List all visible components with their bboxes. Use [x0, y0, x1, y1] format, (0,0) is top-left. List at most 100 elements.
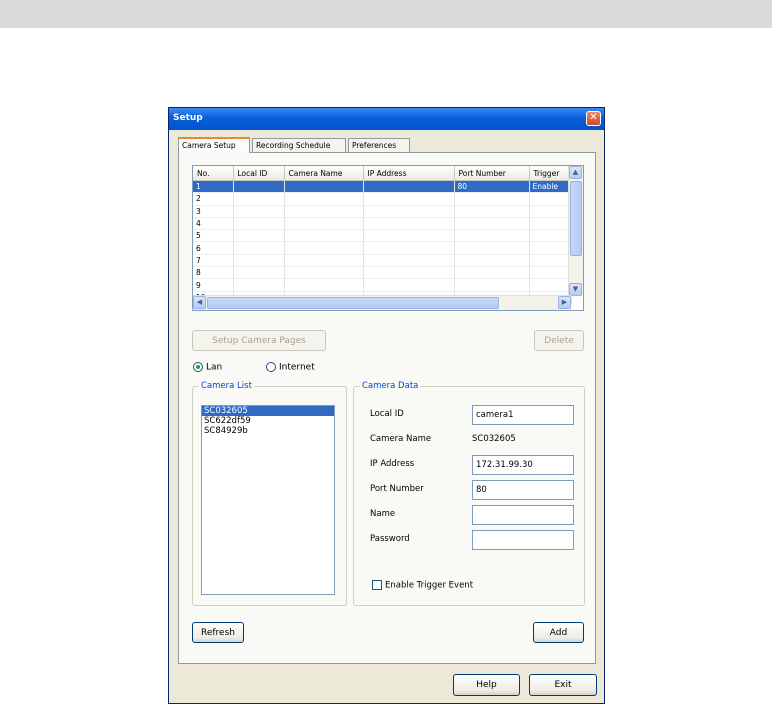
list-item[interactable]: SC622df59 — [202, 416, 334, 426]
camera-table: No. Local ID Camera Name IP Address Port… — [193, 166, 572, 304]
exit-button[interactable]: Exit — [529, 674, 597, 696]
lan-radio[interactable]: Lan — [193, 362, 222, 373]
table-cell-trigger — [529, 217, 572, 231]
table-cell-trigger — [529, 241, 572, 255]
table-cell-camera-name — [284, 229, 364, 243]
table-cell-trigger — [529, 229, 572, 243]
table-row[interactable]: 3 — [193, 205, 572, 218]
list-item[interactable]: SC032605 — [202, 406, 334, 416]
table-cell-ip — [363, 266, 455, 280]
table-row[interactable]: 7 — [193, 254, 572, 268]
port-number-label: Port Number — [370, 484, 424, 494]
help-button[interactable]: Help — [453, 674, 520, 696]
table-cell-no: 4 — [193, 217, 234, 231]
refresh-button[interactable]: Refresh — [192, 622, 244, 643]
table-cell-no: 1 — [193, 180, 234, 194]
table-row[interactable]: 6 — [193, 241, 572, 255]
table-cell-port: 80 — [454, 180, 530, 194]
table-cell-ip — [363, 192, 455, 206]
setup-camera-pages-button[interactable]: Setup Camera Pages — [192, 330, 326, 351]
table-cell-ip — [363, 278, 455, 292]
add-button[interactable]: Add — [533, 622, 584, 643]
scroll-right-icon[interactable]: ▶ — [558, 296, 571, 309]
table-cell-camera-name — [284, 241, 364, 255]
window-title: Setup — [173, 113, 203, 123]
camera-data-group: Camera Data Local ID camera1 Camera Name… — [353, 381, 585, 606]
horizontal-scroll-thumb[interactable] — [207, 297, 499, 309]
table-cell-port — [454, 254, 530, 268]
camera-grid[interactable]: No. Local ID Camera Name IP Address Port… — [192, 165, 584, 311]
internet-radio[interactable]: Internet — [266, 362, 315, 373]
password-input[interactable] — [472, 530, 574, 550]
port-number-input[interactable]: 80 — [472, 480, 574, 500]
local-id-input[interactable]: camera1 — [472, 405, 574, 425]
table-cell-local-id — [233, 254, 285, 268]
enable-trigger-label: Enable Trigger Event — [385, 580, 474, 591]
table-cell-no: 5 — [193, 229, 234, 243]
grid-horizontal-scrollbar[interactable]: ◀ ▶ — [193, 295, 571, 310]
table-cell-no: 7 — [193, 254, 234, 268]
camera-name-label: Camera Name — [370, 434, 432, 444]
name-input[interactable] — [472, 505, 574, 525]
table-cell-port — [454, 205, 530, 218]
document-header-bar — [0, 0, 772, 28]
column-header-port-number[interactable]: Port Number — [454, 166, 530, 181]
enable-trigger-checkbox[interactable]: Enable Trigger Event — [372, 580, 473, 591]
table-row[interactable]: 9 — [193, 278, 572, 292]
table-cell-port — [454, 192, 530, 206]
tab-recording-schedule[interactable]: Recording Schedule — [252, 138, 346, 152]
column-header-no[interactable]: No. — [193, 166, 234, 181]
table-cell-ip — [363, 180, 455, 194]
title-bar: Setup ✕ — [169, 108, 604, 130]
column-header-local-id[interactable]: Local ID — [233, 166, 285, 181]
camera-list-legend: Camera List — [199, 381, 254, 391]
table-row[interactable]: 8 — [193, 266, 572, 280]
table-cell-trigger — [529, 266, 572, 280]
column-header-camera-name[interactable]: Camera Name — [284, 166, 364, 181]
ip-address-input[interactable]: 172.31.99.30 — [472, 455, 574, 475]
radio-selected-icon — [193, 362, 203, 372]
tab-camera-setup[interactable]: Camera Setup — [178, 137, 250, 153]
table-cell-no: 8 — [193, 266, 234, 280]
table-row[interactable]: 2 — [193, 192, 572, 206]
grid-vertical-scrollbar[interactable]: ▲ ▼ — [568, 166, 583, 296]
table-header-row: No. Local ID Camera Name IP Address Port… — [193, 166, 572, 181]
table-row[interactable]: 4 — [193, 217, 572, 231]
tab-preferences[interactable]: Preferences — [348, 138, 410, 152]
table-cell-local-id — [233, 229, 285, 243]
list-item[interactable]: SC84929b — [202, 426, 334, 436]
table-row[interactable]: 1 80 Enable — [193, 180, 572, 194]
table-cell-port — [454, 229, 530, 243]
table-cell-port — [454, 241, 530, 255]
table-cell-no: 6 — [193, 241, 234, 255]
table-cell-camera-name — [284, 192, 364, 206]
setup-dialog: Setup ✕ Camera Setup Recording Schedule … — [168, 107, 605, 704]
table-cell-no: 9 — [193, 278, 234, 292]
table-cell-trigger — [529, 205, 572, 218]
table-cell-camera-name — [284, 266, 364, 280]
column-header-trigger[interactable]: Trigger — [529, 166, 572, 181]
camera-listbox[interactable]: SC032605 SC622df59 SC84929b — [201, 405, 335, 595]
internet-label: Internet — [279, 362, 315, 373]
vertical-scroll-thumb[interactable] — [570, 181, 582, 256]
table-row[interactable]: 5 — [193, 229, 572, 243]
table-cell-no: 3 — [193, 205, 234, 218]
camera-setup-panel: No. Local ID Camera Name IP Address Port… — [178, 152, 596, 664]
column-header-ip-address[interactable]: IP Address — [363, 166, 455, 181]
scroll-left-icon[interactable]: ◀ — [193, 296, 206, 309]
camera-name-value: SC032605 — [472, 434, 516, 444]
checkbox-unchecked-icon — [372, 580, 382, 590]
table-cell-trigger — [529, 254, 572, 268]
password-label: Password — [370, 534, 410, 544]
table-cell-camera-name — [284, 254, 364, 268]
table-cell-trigger: Enable — [529, 180, 572, 194]
table-cell-camera-name — [284, 278, 364, 292]
table-cell-local-id — [233, 192, 285, 206]
delete-button[interactable]: Delete — [534, 330, 584, 351]
scroll-up-icon[interactable]: ▲ — [569, 166, 582, 179]
close-icon[interactable]: ✕ — [586, 111, 601, 126]
table-cell-ip — [363, 205, 455, 218]
name-label: Name — [370, 509, 396, 519]
table-cell-local-id — [233, 205, 285, 218]
table-cell-local-id — [233, 266, 285, 280]
